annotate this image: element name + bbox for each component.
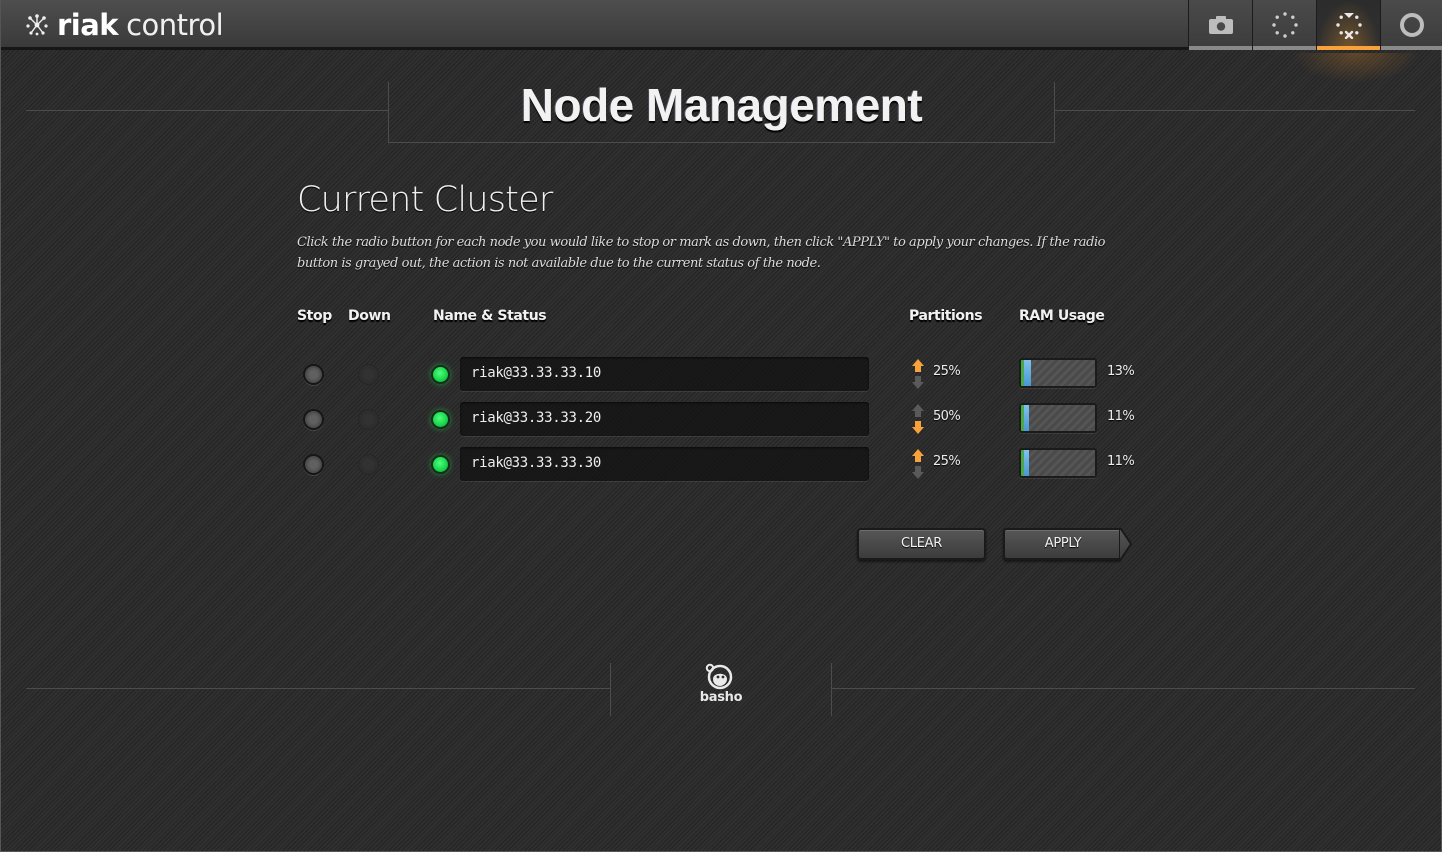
column-header-partitions: Partitions bbox=[909, 308, 983, 324]
title-divider-right bbox=[1055, 110, 1415, 111]
partitions-value: 25% bbox=[933, 454, 961, 469]
partitions-value: 25% bbox=[933, 364, 961, 379]
clear-button[interactable]: CLEAR bbox=[857, 528, 986, 560]
basho-logo-icon[interactable] bbox=[701, 662, 741, 690]
node-row: riak@33.33.33.30 25% 11% bbox=[1, 447, 1442, 483]
nav-tab-snapshot[interactable] bbox=[1188, 0, 1252, 50]
ram-usage-bar bbox=[1019, 403, 1097, 433]
active-tab-glow bbox=[1291, 53, 1421, 83]
arrow-up-icon bbox=[912, 449, 924, 462]
nav-tab-nodes[interactable] bbox=[1316, 0, 1380, 50]
nav-tab-cluster[interactable] bbox=[1252, 0, 1316, 50]
column-header-ram-usage: RAM Usage bbox=[1019, 308, 1105, 324]
section-title: Current Cluster bbox=[297, 180, 553, 220]
arrow-down-icon bbox=[912, 421, 924, 434]
footer-frame-left bbox=[610, 663, 611, 716]
node-name-field: riak@33.33.33.30 bbox=[460, 447, 869, 481]
nav-tab-ring[interactable] bbox=[1380, 0, 1442, 50]
ram-usage-fill bbox=[1021, 360, 1031, 386]
node-management-icon bbox=[1335, 13, 1362, 39]
riak-control-logo[interactable]: riak control bbox=[25, 6, 224, 44]
ring-dots-icon bbox=[1271, 12, 1298, 38]
instructions-text: Click the radio button for each node you… bbox=[297, 235, 1106, 271]
page-title: Node Management bbox=[520, 79, 923, 131]
node-status-indicator bbox=[431, 410, 450, 429]
arrow-down-icon bbox=[912, 466, 924, 479]
partitions-value: 50% bbox=[933, 409, 961, 424]
down-radio bbox=[358, 454, 379, 475]
node-status-indicator bbox=[431, 365, 450, 384]
stop-radio[interactable] bbox=[303, 409, 324, 430]
node-name-field: riak@33.33.33.10 bbox=[460, 357, 869, 391]
arrow-down-icon bbox=[912, 376, 924, 389]
node-status-indicator bbox=[431, 455, 450, 474]
stop-radio[interactable] bbox=[303, 454, 324, 475]
partition-trend-icon bbox=[912, 404, 924, 434]
arrow-up-icon bbox=[912, 359, 924, 372]
node-row: riak@33.33.33.20 50% 11% bbox=[1, 402, 1442, 438]
down-radio bbox=[358, 409, 379, 430]
column-header-stop: Stop bbox=[297, 308, 332, 324]
footer-divider-left bbox=[26, 688, 611, 689]
logo-text-riak: riak bbox=[57, 8, 119, 42]
arrow-up-icon bbox=[912, 404, 924, 417]
title-divider-left bbox=[26, 110, 388, 111]
footer-frame-right bbox=[831, 663, 832, 716]
stop-radio[interactable] bbox=[303, 364, 324, 385]
down-radio bbox=[358, 364, 379, 385]
column-header-down: Down bbox=[348, 308, 391, 324]
ram-usage-value: 11% bbox=[1107, 454, 1135, 469]
footer-divider-right bbox=[832, 688, 1415, 689]
ram-usage-bar bbox=[1019, 448, 1097, 478]
logo-text-control: control bbox=[126, 8, 224, 42]
node-name-field: riak@33.33.33.20 bbox=[460, 402, 869, 436]
node-row: riak@33.33.33.10 25% 13% bbox=[1, 357, 1442, 393]
main-nav bbox=[1188, 0, 1442, 50]
top-bar: riak control bbox=[1, 0, 1442, 50]
apply-button-arrow-tip[interactable] bbox=[1119, 528, 1133, 560]
column-header-name-status: Name & Status bbox=[433, 308, 547, 324]
ram-usage-bar bbox=[1019, 358, 1097, 388]
apply-button[interactable]: APPLY bbox=[1003, 528, 1121, 560]
partition-trend-icon bbox=[912, 449, 924, 479]
partition-trend-icon bbox=[912, 359, 924, 389]
basho-brand-text: basho bbox=[699, 690, 743, 705]
camera-icon bbox=[1208, 16, 1233, 34]
ram-usage-value: 13% bbox=[1107, 364, 1135, 379]
riak-sprout-icon bbox=[26, 14, 48, 36]
ram-usage-fill bbox=[1021, 450, 1030, 476]
ram-usage-fill bbox=[1021, 405, 1030, 431]
ring-circle-icon bbox=[1400, 13, 1424, 37]
ram-usage-value: 11% bbox=[1107, 409, 1135, 424]
